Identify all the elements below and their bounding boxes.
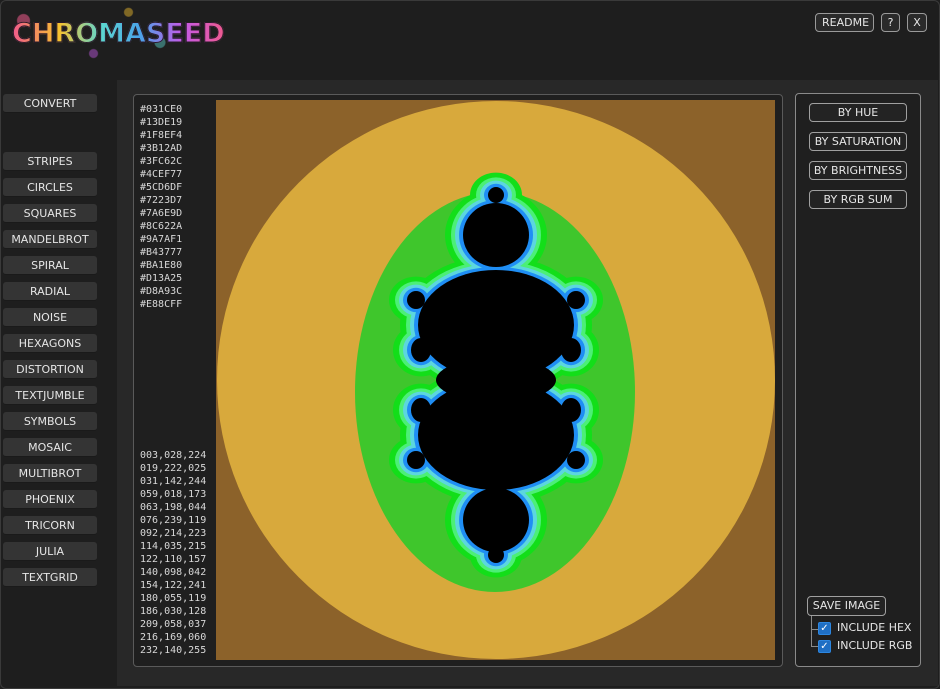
hex-value: #B43777 <box>140 247 183 258</box>
mandelbrot-set <box>463 488 529 552</box>
hex-value: #8C622A <box>140 221 183 232</box>
rgb-value: 209,058,037 <box>140 619 207 630</box>
fractal-image <box>216 100 775 660</box>
sort-by-saturation-button[interactable]: BY SATURATION <box>809 132 907 151</box>
rgb-value: 076,239,119 <box>140 515 207 526</box>
nav-item-textjumble[interactable]: TEXTJUMBLE <box>3 386 97 405</box>
nav-item-symbols[interactable]: SYMBOLS <box>3 412 97 431</box>
app-logo: CHROMASEED <box>12 18 226 58</box>
rgb-value: 063,198,044 <box>140 502 207 513</box>
mandelbrot-set <box>561 338 581 362</box>
mandelbrot-set <box>407 291 425 309</box>
nav-item-noise[interactable]: NOISE <box>3 308 97 327</box>
hex-palette-list: #031CE0 #13DE19 #1F8EF4 #3B12AD #3FC62C #4CEF… <box>140 103 182 311</box>
rgb-value: 154,122,241 <box>140 580 207 591</box>
nav-item-multibrot[interactable]: MULTIBROT <box>3 464 97 483</box>
nav-item-distortion[interactable]: DISTORTION <box>3 360 97 379</box>
include-hex-label: INCLUDE HEX <box>837 621 912 634</box>
rgb-value: 180,055,119 <box>140 593 207 604</box>
close-button[interactable]: X <box>907 13 927 32</box>
mandelbrot-set <box>488 187 504 203</box>
mandelbrot-set <box>436 358 556 402</box>
hex-value: #9A7AF1 <box>140 234 183 245</box>
nav-item-hexagons[interactable]: HEXAGONS <box>3 334 97 353</box>
hex-value: #BA1E80 <box>140 260 183 271</box>
nav-item-stripes[interactable]: STRIPES <box>3 152 97 171</box>
save-image-button[interactable]: SAVE IMAGE <box>807 596 886 616</box>
hex-value: #031CE0 <box>140 104 183 115</box>
rgb-value: 114,035,215 <box>140 541 207 552</box>
hex-value: #5CD6DF <box>140 182 183 193</box>
rgb-value: 092,214,223 <box>140 528 207 539</box>
hex-value: #3B12AD <box>140 143 183 154</box>
nav-item-spiral[interactable]: SPIRAL <box>3 256 97 275</box>
mandelbrot-set <box>567 291 585 309</box>
nav-item-textgrid[interactable]: TEXTGRID <box>3 568 97 587</box>
sort-by-hue-button[interactable]: BY HUE <box>809 103 907 122</box>
rgb-value: 232,140,255 <box>140 645 207 656</box>
mandelbrot-set <box>561 398 581 422</box>
convert-button[interactable]: CONVERT <box>3 94 97 113</box>
rgb-value: 186,030,128 <box>140 606 207 617</box>
mandelbrot-set <box>411 338 431 362</box>
mandelbrot-set <box>463 203 529 267</box>
mandelbrot-render <box>216 100 775 660</box>
hex-value: #D13A25 <box>140 273 183 284</box>
hex-value: #4CEF77 <box>140 169 183 180</box>
nav-item-mandelbrot[interactable]: MANDELBROT <box>3 230 97 249</box>
nav-item-circles[interactable]: CIRCLES <box>3 178 97 197</box>
hex-value: #7223D7 <box>140 195 183 206</box>
hex-value: #D8A93C <box>140 286 183 297</box>
include-rgb-checkbox[interactable]: ✓ <box>818 640 831 653</box>
include-rgb-label: INCLUDE RGB <box>837 639 913 652</box>
rgb-value: 216,169,060 <box>140 632 207 643</box>
mandelbrot-set <box>411 398 431 422</box>
readme-button[interactable]: README <box>815 13 874 32</box>
hex-value: #E88CFF <box>140 299 183 310</box>
nav-item-phoenix[interactable]: PHOENIX <box>3 490 97 509</box>
rgb-value: 031,142,244 <box>140 476 207 487</box>
sort-by-rgb-sum-button[interactable]: BY RGB SUM <box>809 190 907 209</box>
nav-item-julia[interactable]: JULIA <box>3 542 97 561</box>
help-button[interactable]: ? <box>881 13 900 32</box>
hex-value: #7A6E9D <box>140 208 183 219</box>
nav-item-mosaic[interactable]: MOSAIC <box>3 438 97 457</box>
include-hex-checkbox[interactable]: ✓ <box>818 622 831 635</box>
hex-value: #1F8EF4 <box>140 130 183 141</box>
hex-value: #13DE19 <box>140 117 183 128</box>
mandelbrot-set <box>407 451 425 469</box>
nav-item-radial[interactable]: RADIAL <box>3 282 97 301</box>
rgb-value: 122,110,157 <box>140 554 207 565</box>
sort-by-brightness-button[interactable]: BY BRIGHTNESS <box>809 161 907 180</box>
mandelbrot-set <box>488 547 504 563</box>
hex-value: #3FC62C <box>140 156 183 167</box>
nav-item-squares[interactable]: SQUARES <box>3 204 97 223</box>
nav-item-tricorn[interactable]: TRICORN <box>3 516 97 535</box>
rgb-value: 059,018,173 <box>140 489 207 500</box>
rgb-value: 019,222,025 <box>140 463 207 474</box>
mandelbrot-set <box>567 451 585 469</box>
rgb-value: 003,028,224 <box>140 450 207 461</box>
rgb-palette-list: 003,028,224 019,222,025 031,142,244 059,018… <box>140 449 206 657</box>
rgb-value: 140,098,042 <box>140 567 207 578</box>
